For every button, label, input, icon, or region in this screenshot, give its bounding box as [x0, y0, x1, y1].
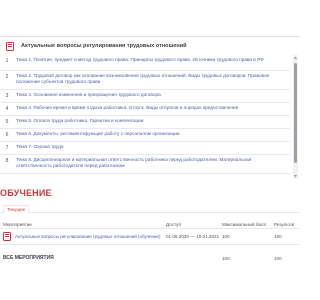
scroll-up-arrow-icon[interactable] — [294, 56, 297, 59]
header-event: Мероприятие — [3, 221, 32, 227]
footer-label: ВСЕ МЕРОПРИЯТИЯ — [3, 255, 54, 261]
access-cell: 01.08.2020 — 10.01.2021 — [166, 234, 220, 239]
topic-row[interactable]: 1 Тема 1. Понятие, предмет и метод трудо… — [0, 55, 290, 71]
event-link[interactable]: Актуальные вопросы регулирования трудовы… — [15, 234, 161, 239]
topic-number: 4 — [5, 106, 9, 112]
header-access: Доступ — [166, 221, 181, 227]
course-book-icon — [6, 41, 15, 51]
topic-number: 8 — [5, 158, 9, 164]
footer-result: 100 — [274, 255, 282, 261]
topic-number: 2 — [5, 74, 9, 80]
topic-link[interactable]: Тема 8. Дисциплинарная и материальная от… — [14, 155, 290, 171]
table-footer: ВСЕ МЕРОПРИЯТИЯ 100 100 — [0, 252, 300, 264]
topic-row[interactable]: 3 Тема 3. Основания изменения и прекраще… — [0, 90, 290, 103]
topic-row[interactable]: 4 Тема 4. Рабочее время и время отдыха р… — [0, 103, 290, 116]
table-row[interactable]: Актуальные вопросы регулирования трудовы… — [0, 229, 300, 245]
topic-row[interactable]: 5 Тема 5. Оплата труда работника. Гарант… — [0, 116, 290, 129]
course-card: Актуальные вопросы регулирования трудовы… — [0, 36, 300, 179]
topic-row[interactable]: 6 Тема 6. Документы, регламентирующие ра… — [0, 129, 290, 142]
training-table: Мероприятие Доступ Максимальный балл Рез… — [0, 220, 300, 264]
header-max-score: Максимальный балл — [222, 221, 267, 227]
tab-current[interactable]: Текущее — [3, 205, 30, 213]
topic-number: 3 — [5, 93, 9, 99]
footer-max-score: 100 — [222, 255, 230, 261]
topic-link[interactable]: Тема 4. Рабочее время и время отдыха раб… — [14, 103, 290, 113]
scroll-thumb[interactable] — [294, 63, 297, 163]
header-result: Результат — [274, 221, 295, 227]
topic-link[interactable]: Тема 1. Понятие, предмет и метод трудово… — [14, 55, 290, 65]
topic-link[interactable]: Тема 3. Основания изменения и прекращени… — [14, 90, 290, 100]
max-score-cell: 100 — [222, 234, 230, 239]
topic-link[interactable]: Тема 7. Охрана труда — [14, 142, 290, 152]
topic-link[interactable]: Тема 6. Документы, регламентирующие рабо… — [14, 129, 290, 139]
training-section-title: ОБУЧЕНИЕ — [0, 188, 52, 198]
topic-link[interactable]: Тема 5. Оплата труда работника. Гарантии… — [14, 116, 290, 126]
event-cell: Актуальные вопросы регулирования трудовы… — [0, 232, 166, 241]
result-cell: 100 — [274, 234, 282, 239]
topic-scrollbar[interactable] — [293, 55, 298, 179]
topic-list: 1 Тема 1. Понятие, предмет и метод трудо… — [0, 55, 290, 174]
topic-link[interactable]: Тема 2. Трудовой договор как основание в… — [14, 71, 290, 87]
scroll-down-arrow-icon[interactable] — [294, 175, 297, 178]
course-header: Актуальные вопросы регулирования трудовы… — [0, 37, 300, 55]
topic-number: 1 — [5, 58, 9, 64]
event-book-icon — [3, 232, 11, 241]
topic-row[interactable]: 7 Тема 7. Охрана труда — [0, 142, 290, 155]
topic-row[interactable]: 2 Тема 2. Трудовой договор как основание… — [0, 71, 290, 90]
topic-row[interactable]: 8 Тема 8. Дисциплинарная и материальная … — [0, 155, 290, 174]
training-tabs: Текущее — [0, 205, 300, 213]
table-header: Мероприятие Доступ Максимальный балл Рез… — [0, 220, 300, 229]
topic-number: 6 — [5, 132, 9, 138]
course-title[interactable]: Актуальные вопросы регулирования трудовы… — [21, 43, 187, 49]
topic-number: 7 — [5, 145, 9, 151]
topic-number: 5 — [5, 119, 9, 125]
